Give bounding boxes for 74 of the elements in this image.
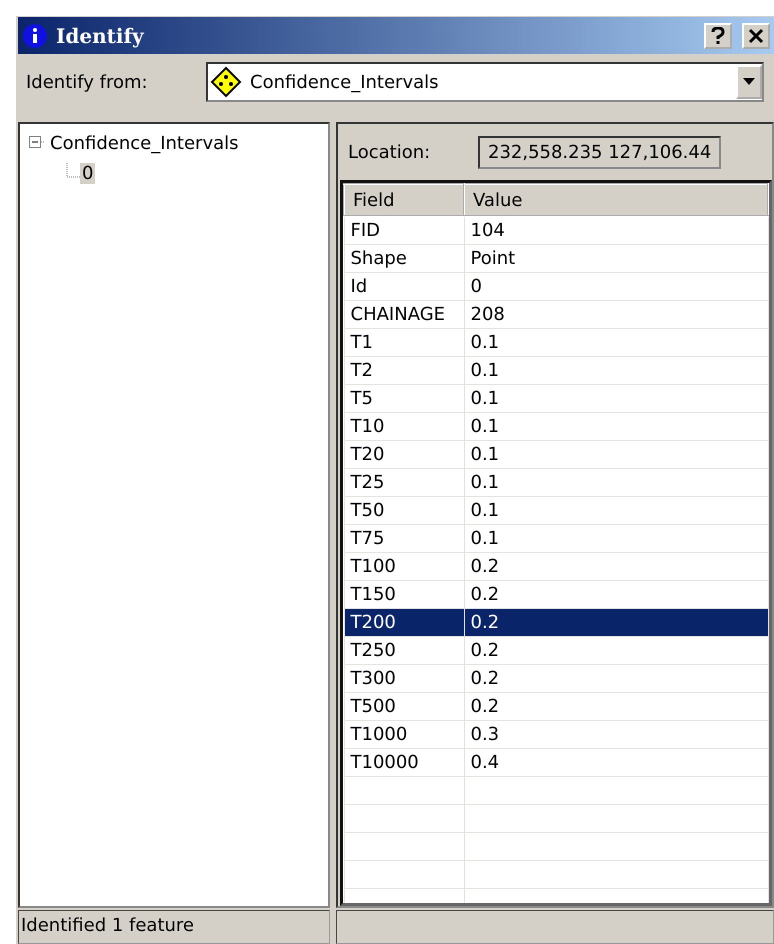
table-cell: T250 xyxy=(344,636,464,664)
table-cell: 0.1 xyxy=(464,440,768,468)
table-cell: FID xyxy=(344,216,464,244)
table-cell: 0 xyxy=(464,272,768,300)
table-cell: T500 xyxy=(344,692,464,720)
window-title: Identify xyxy=(56,24,146,48)
location-field: 232,558.235 127,106.44 xyxy=(478,136,722,168)
diamond-icon xyxy=(210,66,242,98)
table-cell: Id xyxy=(344,272,464,300)
table-row[interactable]: CHAINAGE 208 xyxy=(344,300,768,328)
table-cell: T10000 xyxy=(344,748,464,776)
layer-dropdown[interactable]: Confidence_Intervals xyxy=(206,62,764,102)
table-cell: 0.2 xyxy=(464,664,768,692)
table-cell: 0.1 xyxy=(464,524,768,552)
close-button[interactable] xyxy=(742,22,770,48)
table-row[interactable]: T300 0.2 xyxy=(344,664,768,692)
table-cell: 0.4 xyxy=(464,748,768,776)
table-cell: 0.2 xyxy=(464,608,768,636)
table-cell: T200 xyxy=(344,608,464,636)
info-icon xyxy=(22,22,48,48)
table-cell: 208 xyxy=(464,300,768,328)
table-row[interactable]: T1 0.1 xyxy=(344,328,768,356)
tree-item[interactable]: 0 xyxy=(80,162,96,184)
table-cell: 0.2 xyxy=(464,692,768,720)
table-cell: 0.1 xyxy=(464,384,768,412)
table-cell: T100 xyxy=(344,552,464,580)
table-cell: T2 xyxy=(344,356,464,384)
identify-from-label: Identify from: xyxy=(26,72,149,92)
table-row[interactable]: T10 0.1 xyxy=(344,412,768,440)
table-row[interactable]: T1000 0.3 xyxy=(344,720,768,748)
table-row[interactable]: Id 0 xyxy=(344,272,768,300)
table-row[interactable]: T100 0.2 xyxy=(344,552,768,580)
status-text: Identified 1 feature xyxy=(18,910,330,944)
table-cell: 0.1 xyxy=(464,328,768,356)
table-row[interactable]: T2 0.1 xyxy=(344,356,768,384)
column-header[interactable]: Field xyxy=(344,184,464,216)
table-row[interactable]: T200 0.2 xyxy=(344,608,768,636)
table-cell: T20 xyxy=(344,440,464,468)
table-row[interactable]: FID 104 xyxy=(344,216,768,244)
table-cell: 0.2 xyxy=(464,552,768,580)
table-cell: 0.2 xyxy=(464,636,768,664)
table-cell: T25 xyxy=(344,468,464,496)
table-cell: 0.1 xyxy=(464,412,768,440)
table-row[interactable]: T250 0.2 xyxy=(344,636,768,664)
table-cell: T1 xyxy=(344,328,464,356)
table-cell: T10 xyxy=(344,412,464,440)
column-header[interactable]: Value xyxy=(464,184,768,216)
collapse-icon[interactable] xyxy=(28,135,44,151)
table-row[interactable]: T10000 0.4 xyxy=(344,748,768,776)
close-icon xyxy=(748,28,764,44)
table-cell: Shape xyxy=(344,244,464,272)
table-cell: T75 xyxy=(344,524,464,552)
table-cell: T300 xyxy=(344,664,464,692)
table-cell: T5 xyxy=(344,384,464,412)
question-icon xyxy=(711,26,725,44)
table-row[interactable]: T20 0.1 xyxy=(344,440,768,468)
table-row[interactable]: T5 0.1 xyxy=(344,384,768,412)
table-row[interactable]: T25 0.1 xyxy=(344,468,768,496)
table-row[interactable]: T75 0.1 xyxy=(344,524,768,552)
table-cell: CHAINAGE xyxy=(344,300,464,328)
table-cell: 0.1 xyxy=(464,356,768,384)
table-cell: Point xyxy=(464,244,768,272)
tree-item[interactable]: Confidence_Intervals xyxy=(48,132,241,154)
table-cell: 0.1 xyxy=(464,496,768,524)
table-cell: T1000 xyxy=(344,720,464,748)
table-row[interactable]: T500 0.2 xyxy=(344,692,768,720)
table-row[interactable]: Shape Point xyxy=(344,244,768,272)
table-cell: 0.3 xyxy=(464,720,768,748)
table-cell: T50 xyxy=(344,496,464,524)
help-button[interactable] xyxy=(704,22,732,48)
table-row[interactable]: T50 0.1 xyxy=(344,496,768,524)
location-label: Location: xyxy=(348,142,432,162)
table-cell: 0.1 xyxy=(464,468,768,496)
table-cell: 104 xyxy=(464,216,768,244)
